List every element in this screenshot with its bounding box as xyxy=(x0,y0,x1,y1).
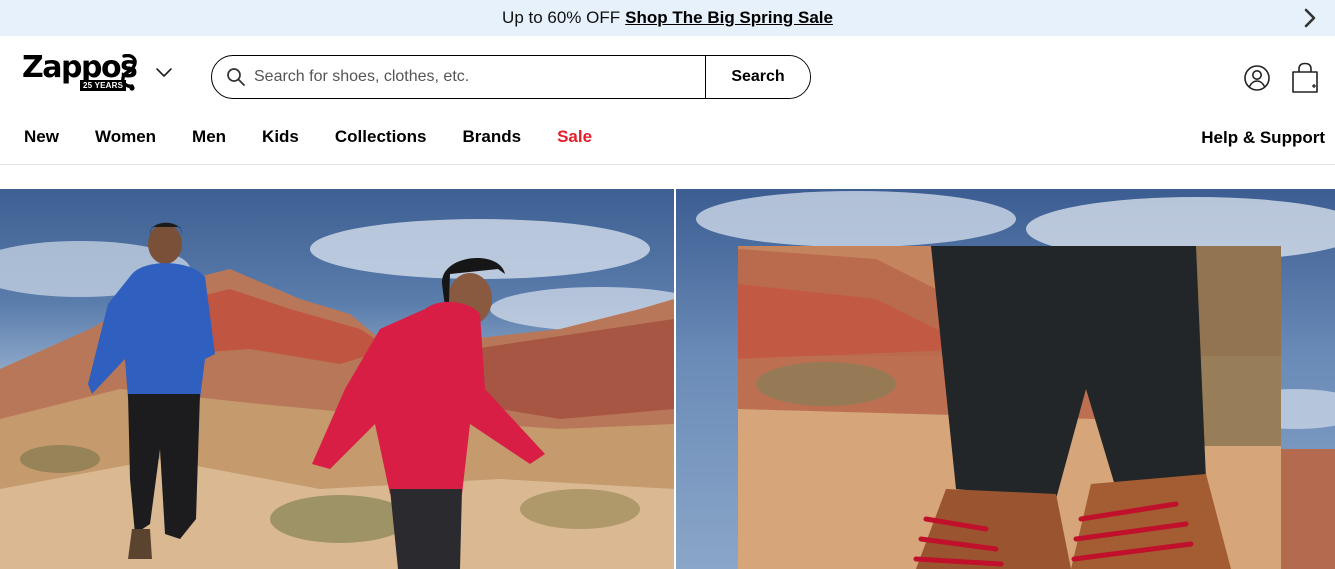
hero-image-boots[interactable] xyxy=(676,189,1335,569)
search-bar: Search xyxy=(211,55,811,99)
main-nav: New Women Men Kids Collections Brands Sa… xyxy=(0,118,1335,165)
user-circle-icon[interactable] xyxy=(1243,64,1271,92)
chevron-right-icon[interactable] xyxy=(1299,7,1321,29)
nav-item-sale[interactable]: Sale xyxy=(557,127,592,147)
help-support-link[interactable]: Help & Support xyxy=(1201,128,1325,148)
chevron-down-icon[interactable] xyxy=(154,66,174,80)
nav-item-collections[interactable]: Collections xyxy=(335,127,427,147)
nav-item-men[interactable]: Men xyxy=(192,127,226,147)
promo-text: Up to 60% OFF xyxy=(502,8,621,27)
nav-item-women[interactable]: Women xyxy=(95,127,156,147)
promo-banner: Up to 60% OFF Shop The Big Spring Sale xyxy=(0,0,1335,36)
nav-item-brands[interactable]: Brands xyxy=(463,127,522,147)
search-icon xyxy=(212,56,252,98)
logo-mark-icon xyxy=(121,54,137,91)
site-header: Zappos 25 YEARS Search xyxy=(0,36,1335,118)
hikers-illustration xyxy=(0,219,674,569)
search-button[interactable]: Search xyxy=(705,56,810,98)
hero-image-hikers[interactable] xyxy=(0,189,674,569)
hero-banner[interactable] xyxy=(0,189,1335,569)
boots-illustration xyxy=(696,191,1335,569)
nav-item-new[interactable]: New xyxy=(24,127,59,147)
search-input[interactable] xyxy=(252,56,705,98)
nav-item-kids[interactable]: Kids xyxy=(262,127,299,147)
shopping-bag-icon[interactable] xyxy=(1290,62,1320,94)
zappos-logo[interactable]: Zappos 25 YEARS xyxy=(22,50,140,96)
promo-sale-link[interactable]: Shop The Big Spring Sale xyxy=(625,8,833,28)
